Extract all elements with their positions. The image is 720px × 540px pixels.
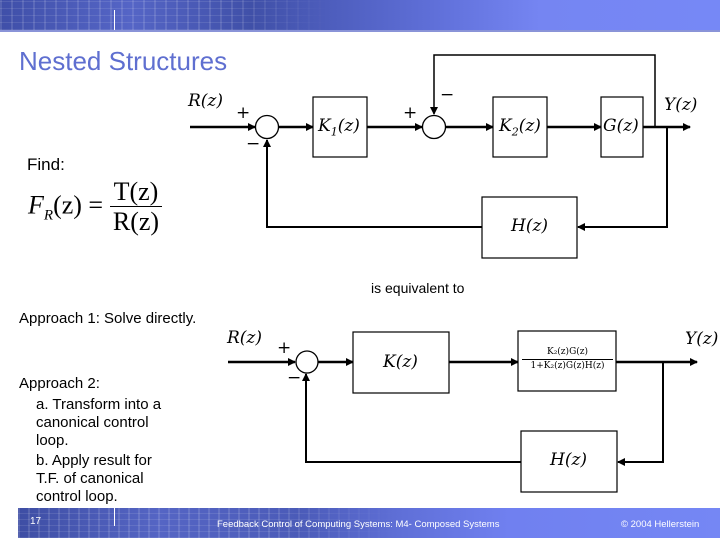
top-k2-symbol: K (499, 116, 512, 136)
top-k2-argument: (z) (518, 116, 541, 136)
step-a-line: loop. (36, 432, 69, 449)
top-sum1-plus-sign: + (236, 103, 251, 123)
top-h-return-line (263, 139, 482, 228)
formula-lhs-argument: (z) = (53, 190, 104, 220)
approach-1-text: Approach 1: Solve directly. (19, 310, 197, 327)
top-k1-label: K1(z) (318, 116, 360, 138)
top-k1-subscript: 1 (330, 125, 338, 139)
top-sum2-minus-sign: − (440, 85, 455, 105)
bottom-feedback-line (617, 362, 664, 466)
transfer-function-formula: FR(z) = T(z) R(z) (28, 178, 163, 237)
bottom-k-label: K(z) (383, 352, 418, 372)
formula-lhs: F (28, 190, 44, 220)
top-sum2-plus-sign: + (403, 103, 418, 123)
top-output-label: Y(z) (664, 95, 698, 115)
step-a-line: a. Transform into a (36, 396, 162, 413)
bottom-input-label: R(z) (227, 328, 263, 348)
bottom-sum-minus-sign: − (287, 368, 302, 388)
bottom-diagram (228, 330, 698, 493)
course-title: Feedback Control of Computing Systems: M… (217, 519, 500, 530)
copyright: © 2004 Hellerstein (621, 519, 700, 530)
approach-2-step-b: b. Apply result for T.F. of canonical co… (36, 452, 152, 506)
step-b-line: b. Apply result for (36, 452, 152, 469)
step-b-line: T.F. of canonical (36, 470, 144, 487)
bottom-output-label: Y(z) (685, 329, 719, 349)
top-k2-subscript: 2 (511, 125, 519, 139)
top-sum1-minus-sign: − (246, 134, 261, 154)
top-summing-junction-2 (421, 114, 447, 140)
step-b-line: control loop. (36, 488, 118, 505)
approach-2-step-a: a. Transform into a canonical control lo… (36, 396, 161, 450)
top-g-label: G(z) (603, 116, 639, 136)
find-label: Find: (27, 155, 65, 174)
bottom-sum-plus-sign: + (277, 338, 292, 358)
tf-numerator: K₂(z)G(z) (522, 346, 613, 360)
formula-numerator: T(z) (109, 178, 163, 207)
footer-banner: 17 Feedback Control of Computing Systems… (18, 508, 720, 538)
formula-lhs-subscript: R (43, 207, 54, 224)
equivalence-label: is equivalent to (371, 280, 465, 296)
approach-2-heading: Approach 2: (19, 375, 100, 392)
bottom-h-label: H(z) (550, 450, 588, 470)
top-k2-label: K2(z) (499, 116, 541, 138)
page-number: 17 (30, 516, 42, 527)
top-h-label: H(z) (511, 216, 549, 236)
top-k1-argument: (z) (337, 116, 360, 136)
top-input-label: R(z) (188, 91, 224, 111)
step-a-line: canonical control (36, 414, 149, 431)
top-k1-symbol: K (318, 116, 331, 136)
tf-denominator: 1+K₂(z)G(z)H(z) (530, 361, 605, 371)
formula-fraction: T(z) R(z) (109, 178, 163, 237)
footer-divider (114, 508, 115, 526)
bottom-closed-loop-tf: K₂(z)G(z) 1+K₂(z)G(z)H(z) (519, 346, 616, 373)
formula-denominator: R(z) (112, 207, 160, 236)
